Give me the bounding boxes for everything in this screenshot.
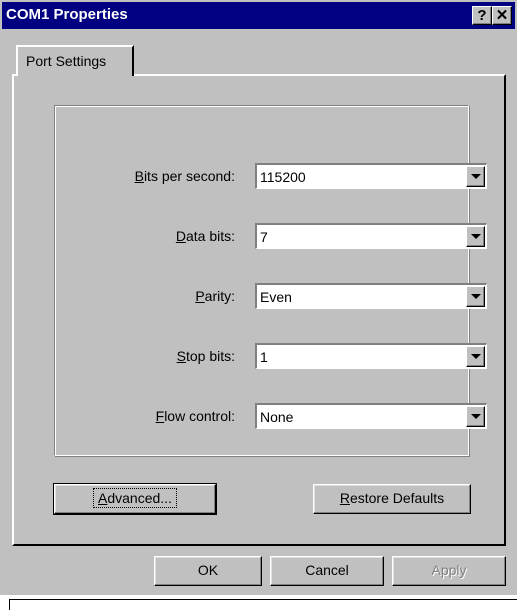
parity-select[interactable]: Even <box>255 283 487 309</box>
help-button[interactable]: ? <box>472 6 492 25</box>
data-bits-label: Data bits: <box>175 228 235 244</box>
advanced-button[interactable]: Advanced... <box>53 483 217 515</box>
stop-bits-select[interactable]: 1 <box>255 343 487 369</box>
data-bits-select[interactable]: 7 <box>255 223 487 249</box>
dropdown-arrow-icon[interactable] <box>466 346 485 367</box>
flow-control-value: None <box>260 409 294 425</box>
settings-group: Bits per second: 115200 Data bits: 7 Par… <box>54 105 487 456</box>
data-bits-value: 7 <box>260 229 268 245</box>
dropdown-arrow-icon[interactable] <box>466 406 485 427</box>
dropdown-arrow-icon[interactable] <box>466 166 485 187</box>
restore-defaults-button[interactable]: Restore Defaults <box>313 484 471 514</box>
dropdown-arrow-icon[interactable] <box>466 226 485 247</box>
background-window-edge <box>0 595 517 610</box>
flow-control-select[interactable]: None <box>255 403 487 429</box>
window-title: COM1 Properties <box>6 6 128 23</box>
cancel-button[interactable]: Cancel <box>270 556 384 586</box>
flow-control-label: Flow control: <box>155 408 235 424</box>
tab-port-settings[interactable]: Port Settings <box>16 45 134 76</box>
parity-value: Even <box>260 289 292 305</box>
title-bar[interactable]: COM1 Properties ? ✕ <box>2 2 515 29</box>
advanced-button-label: Advanced... <box>93 488 177 508</box>
tab-page: Bits per second: 115200 Data bits: 7 Par… <box>12 74 506 546</box>
bits-per-second-label: Bits per second: <box>134 168 235 184</box>
tab-label: Port Settings <box>26 53 107 69</box>
ok-button[interactable]: OK <box>154 556 262 586</box>
close-button[interactable]: ✕ <box>492 6 512 25</box>
stop-bits-label: Stop bits: <box>176 348 235 364</box>
restore-defaults-label: Restore Defaults <box>339 490 445 506</box>
stop-bits-value: 1 <box>260 349 268 365</box>
dropdown-arrow-icon[interactable] <box>466 286 485 307</box>
bits-per-second-select[interactable]: 115200 <box>255 163 487 189</box>
apply-button: Apply <box>392 556 506 586</box>
parity-label: Parity: <box>195 288 235 304</box>
properties-dialog: COM1 Properties ? ✕ Port Settings Bits p… <box>0 0 517 595</box>
bits-per-second-value: 115200 <box>260 169 306 185</box>
